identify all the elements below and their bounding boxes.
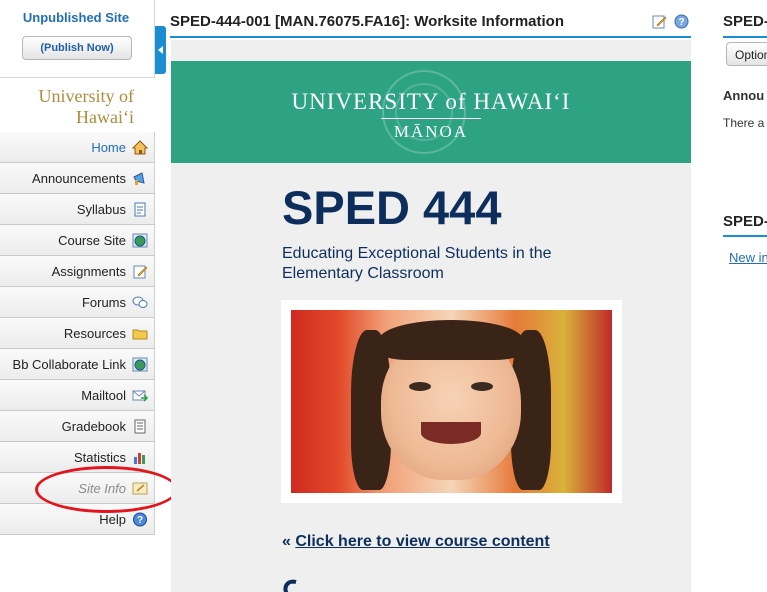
logo-line-1: University of xyxy=(38,86,134,106)
nav-item-label: Syllabus xyxy=(76,202,126,217)
svg-text:?: ? xyxy=(137,515,143,526)
new-items-link[interactable]: New in xyxy=(729,250,767,265)
nav-item-label: Statistics xyxy=(73,450,126,465)
photo-eye-left xyxy=(409,382,431,391)
link-prefix: « xyxy=(282,533,291,550)
unpublished-site-label: Unpublished Site xyxy=(22,10,130,25)
gradebook-icon xyxy=(134,419,146,434)
nav-item-announcements[interactable]: Announcements xyxy=(0,163,155,194)
nav-item-assignments[interactable]: Assignments xyxy=(0,256,155,287)
speech-bubbles-icon xyxy=(132,296,148,308)
nav-item-home[interactable]: Home xyxy=(0,132,155,163)
folder-icon xyxy=(132,329,148,340)
home-icon xyxy=(132,140,148,155)
globe-icon xyxy=(132,357,148,372)
nav-item-resources[interactable]: Resources xyxy=(0,318,155,349)
collapse-arrow-icon xyxy=(158,46,163,54)
banner-university-name: UNIVERSITY of HAWAIʻI xyxy=(291,89,571,114)
nav-item-forums[interactable]: Forums xyxy=(0,287,155,318)
nav-item-label: Mailtool xyxy=(81,388,126,403)
nav-item-label: Help xyxy=(99,512,126,527)
photo-mouth xyxy=(421,422,481,444)
svg-text:?: ? xyxy=(678,17,684,28)
publish-status-panel: Unpublished Site (Publish Now) xyxy=(0,0,155,78)
nav-item-label: Announcements xyxy=(32,171,126,186)
course-photo xyxy=(291,310,612,493)
megaphone-icon xyxy=(133,172,145,185)
options-button[interactable]: Option xyxy=(726,42,767,66)
logo-line-2: Hawaiʻi xyxy=(76,107,134,127)
nav-item-label: Gradebook xyxy=(61,419,126,434)
mail-arrow-icon xyxy=(132,390,148,402)
right-title-underline-2 xyxy=(723,235,767,237)
nav-item-syllabus[interactable]: Syllabus xyxy=(0,194,155,225)
banner-campus-name: MĀNOA xyxy=(393,122,469,141)
collapse-sidebar-handle[interactable] xyxy=(155,26,166,74)
right-panel-title: SPED- xyxy=(723,13,767,30)
nav-item-label: Assignments xyxy=(51,264,126,279)
university-logo[interactable]: University of Hawaiʻi xyxy=(0,86,134,128)
worksite-page: Unpublished Site (Publish Now) Universit… xyxy=(0,0,767,592)
nav-item-course-site[interactable]: Course Site xyxy=(0,225,155,256)
help-icon[interactable]: ? xyxy=(674,14,689,29)
worksite-description: UNIVERSITY of HAWAIʻI MĀNOA SPED 444 Edu… xyxy=(171,40,691,592)
department-logo-icon xyxy=(283,579,297,592)
document-icon xyxy=(134,202,146,217)
photo-eye-right xyxy=(471,382,493,391)
nav-item-bb-collaborate-link[interactable]: Bb Collaborate Link xyxy=(0,349,155,380)
globe-icon xyxy=(132,233,148,248)
announcements-heading: Annou xyxy=(723,88,765,103)
course-code: SPED 444 xyxy=(282,181,502,234)
nav-item-gradebook[interactable]: Gradebook xyxy=(0,411,155,442)
pencil-document-icon xyxy=(133,265,148,279)
nav-item-label: Home xyxy=(91,140,126,155)
banner-divider xyxy=(381,118,481,119)
nav-item-label: Forums xyxy=(81,295,126,310)
right-title-underline xyxy=(723,36,767,38)
right-panel-title-2: SPED- xyxy=(723,213,767,230)
course-name: Educating Exceptional Students in the El… xyxy=(282,245,552,282)
nav-item-label: Bb Collaborate Link xyxy=(12,357,126,372)
university-banner: UNIVERSITY of HAWAIʻI MĀNOA xyxy=(171,61,691,163)
photo-bangs xyxy=(379,320,523,360)
nav-item-label: Resources xyxy=(63,326,126,341)
title-underline xyxy=(170,36,691,38)
course-photo-frame xyxy=(281,300,622,503)
bar-chart-icon xyxy=(134,453,145,464)
edit-icon[interactable] xyxy=(652,14,667,29)
page-title: SPED-444-001 [MAN.76075.FA16]: Worksite … xyxy=(170,13,565,30)
publish-now-button[interactable]: (Publish Now) xyxy=(22,36,132,60)
link-text: Click here to view course content xyxy=(295,533,550,550)
view-course-content-link[interactable]: « Click here to view course content xyxy=(282,533,550,551)
help-icon: ? xyxy=(133,512,147,527)
announcements-text: There a xyxy=(723,116,765,130)
nav-item-label: Course Site xyxy=(58,233,126,248)
nav-item-mailtool[interactable]: Mailtool xyxy=(0,380,155,411)
highlight-annotation xyxy=(35,466,178,513)
